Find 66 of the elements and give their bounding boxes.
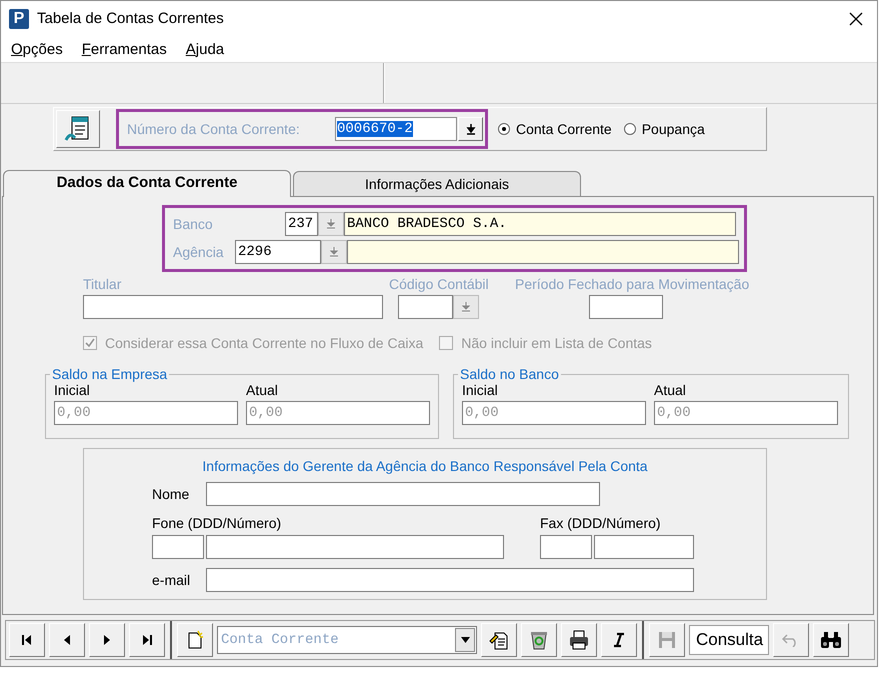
field-label: Nome (152, 486, 190, 502)
field-label: Atual (654, 382, 687, 398)
field-label: Fax (DDD/Número) (540, 515, 661, 531)
email-field[interactable] (206, 568, 694, 592)
down-arrow-icon (466, 123, 476, 135)
field-label: Código Contábil (389, 276, 489, 292)
bank-code-field[interactable]: 237 (285, 212, 318, 236)
binoculars-icon (820, 631, 842, 649)
close-icon[interactable] (849, 12, 863, 26)
search-button[interactable] (813, 623, 849, 657)
report-button[interactable] (56, 110, 100, 148)
delete-button[interactable] (521, 623, 557, 657)
phone-field[interactable] (206, 535, 504, 559)
field-label: Banco (173, 216, 214, 232)
field-label: Fone (DDD/Número) (152, 515, 282, 531)
navigation-button[interactable] (49, 623, 85, 657)
menu-item[interactable]: Ajuda (186, 40, 224, 58)
field-label: Inicial (462, 382, 499, 398)
closed-period-field[interactable] (589, 295, 663, 319)
italic-button[interactable] (601, 623, 637, 657)
lookup-button[interactable] (453, 295, 479, 319)
print-button[interactable] (561, 623, 597, 657)
italic-icon (612, 632, 626, 648)
caret-icon (460, 637, 470, 643)
fax-area-field[interactable] (540, 535, 592, 559)
accounting-code-field[interactable] (398, 295, 453, 319)
menu-item[interactable]: Ferramentas (82, 40, 167, 58)
app-icon: P (9, 8, 29, 28)
bank-name-field: BANCO BRADESCO S.A. (344, 212, 736, 236)
radio-option[interactable]: Poupança (624, 121, 705, 137)
mode-field: Consulta (689, 625, 769, 655)
field-label: Número da Conta Corrente: (127, 121, 301, 137)
checkmark-icon (84, 337, 96, 349)
navigation-button[interactable] (89, 623, 125, 657)
navigation-button[interactable] (129, 623, 165, 657)
down-arrow-icon (461, 301, 471, 313)
group-title: Informações do Gerente da Agência do Banco Responsável Pela Conta (201, 458, 649, 474)
down-arrow-icon (326, 218, 336, 230)
printer-icon (568, 629, 590, 651)
field-label: Agência (173, 244, 225, 260)
new-record-button[interactable] (177, 623, 213, 657)
dropdown-button[interactable] (458, 117, 483, 141)
field-label: e-mail (152, 572, 192, 588)
field-label: Atual (246, 382, 279, 398)
group-title: Saldo no Banco (459, 366, 560, 382)
account-number-field[interactable]: 0006670-2 (335, 117, 457, 141)
agency-code-field[interactable]: 2296 (235, 240, 321, 264)
tab[interactable]: Informações Adicionais (293, 171, 581, 196)
group-title: Saldo na Empresa (51, 366, 168, 382)
menu-item[interactable]: Opções (11, 40, 63, 58)
trash-bin-icon (528, 629, 550, 651)
field-label: Inicial (54, 382, 91, 398)
navigation-button[interactable] (9, 623, 45, 657)
fax-field[interactable] (594, 535, 694, 559)
holder-field[interactable] (83, 295, 383, 319)
lookup-button[interactable] (321, 240, 347, 264)
edit-button[interactable] (481, 623, 517, 657)
field-label: Titular (83, 276, 122, 292)
phone-area-field[interactable] (152, 535, 204, 559)
window-title: Tabela de Contas Correntes (37, 10, 225, 27)
down-arrow-icon (329, 246, 339, 258)
name-field[interactable] (206, 482, 600, 506)
tab[interactable]: Dados da Conta Corrente (3, 170, 291, 197)
lookup-button[interactable] (318, 212, 344, 236)
radio-option[interactable]: Conta Corrente (498, 121, 612, 137)
field-label: Período Fechado para Movimentação (515, 276, 750, 292)
